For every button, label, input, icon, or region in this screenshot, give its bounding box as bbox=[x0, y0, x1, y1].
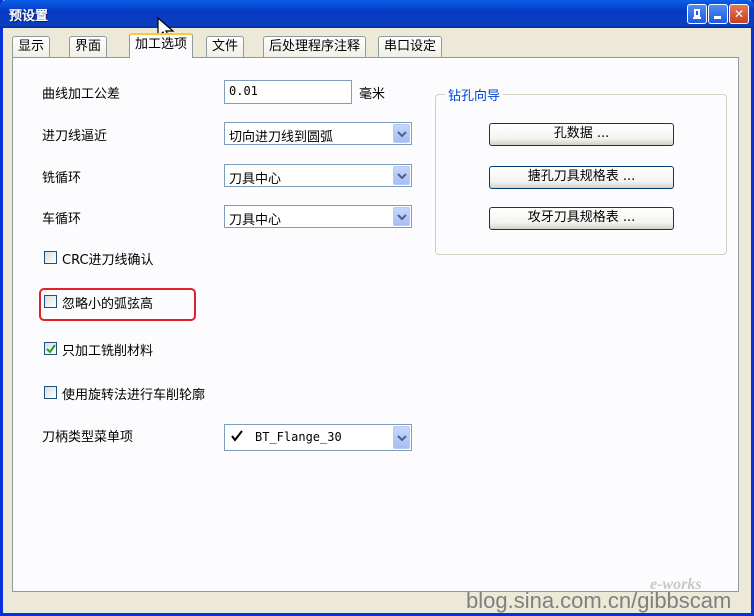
lead-in-label: 进刀线逼近 bbox=[42, 129, 108, 144]
curve-tolerance-label: 曲线加工公差 bbox=[42, 87, 121, 102]
turn-cycle-value: 刀具中心 bbox=[229, 213, 282, 228]
minimize-button[interactable] bbox=[708, 4, 728, 24]
brand-logo: e-works bbox=[650, 576, 702, 593]
holder-type-select[interactable]: BT_Flange_30 bbox=[224, 424, 412, 451]
ignore-small-arcs-label: 忽略小的弧弦高 bbox=[62, 297, 154, 312]
crc-confirm-label: CRC进刀线确认 bbox=[62, 253, 154, 268]
hole-data-button[interactable]: 孔数据 ... bbox=[489, 123, 674, 146]
tapping-tool-table-button[interactable]: 攻牙刀具规格表 ... bbox=[489, 207, 674, 230]
tab-display[interactable]: 显示 bbox=[12, 36, 51, 57]
curve-tolerance-unit: 毫米 bbox=[359, 87, 386, 102]
title-bar[interactable]: 预设置 ✕ bbox=[0, 0, 754, 28]
machining-options-panel: 曲线加工公差 0.01 毫米 进刀线逼近 切向进刀线到圆弧 铣循环 刀具中心 车… bbox=[12, 57, 739, 592]
ignore-small-arcs-checkbox[interactable] bbox=[44, 295, 57, 308]
only-mill-material-label: 只加工铣削材料 bbox=[62, 344, 154, 359]
tab-strip: 显示 界面 加工选项 文件 后处理程序注释 串口设定 bbox=[12, 33, 747, 58]
rotary-turn-profile-checkbox[interactable] bbox=[44, 386, 57, 399]
holder-type-dropdown-button[interactable] bbox=[393, 426, 410, 449]
curve-tolerance-input[interactable]: 0.01 bbox=[224, 80, 352, 104]
help-button[interactable] bbox=[687, 4, 707, 24]
checkmark-icon bbox=[231, 430, 243, 442]
minimize-icon bbox=[714, 16, 721, 19]
preferences-window: 预设置 ✕ 显示 界面 加工选项 文件 后处理程序注释 串口设定 曲线加工公差 … bbox=[0, 0, 754, 616]
chevron-down-icon bbox=[397, 173, 407, 180]
tab-interface[interactable]: 界面 bbox=[69, 36, 108, 57]
rotary-turn-profile-label: 使用旋转法进行车削轮廓 bbox=[62, 388, 206, 403]
holder-type-value: BT_Flange_30 bbox=[255, 430, 342, 444]
turn-cycle-select[interactable]: 刀具中心 bbox=[224, 205, 412, 228]
lead-in-select[interactable]: 切向进刀线到圆弧 bbox=[224, 122, 412, 145]
turn-cycle-dropdown-button[interactable] bbox=[393, 207, 410, 226]
mill-cycle-label: 铣循环 bbox=[42, 171, 82, 186]
window-title: 预设置 bbox=[9, 9, 49, 24]
boring-tool-table-button[interactable]: 搪孔刀具规格表 ... bbox=[489, 166, 674, 189]
holder-type-label: 刀柄类型菜单项 bbox=[42, 430, 134, 445]
chevron-down-icon bbox=[397, 214, 407, 221]
chevron-down-icon bbox=[397, 435, 407, 442]
only-mill-material-checkbox[interactable] bbox=[44, 342, 57, 355]
close-button[interactable]: ✕ bbox=[729, 4, 749, 24]
turn-cycle-label: 车循环 bbox=[42, 212, 82, 227]
mill-cycle-dropdown-button[interactable] bbox=[393, 166, 410, 185]
mill-cycle-value: 刀具中心 bbox=[229, 172, 282, 187]
help-icon bbox=[693, 9, 701, 19]
tab-serial-port[interactable]: 串口设定 bbox=[378, 36, 443, 57]
tab-post-processor-comments[interactable]: 后处理程序注释 bbox=[263, 36, 367, 57]
chevron-down-icon bbox=[397, 131, 407, 138]
crc-confirm-checkbox[interactable] bbox=[44, 251, 57, 264]
lead-in-dropdown-button[interactable] bbox=[393, 124, 410, 143]
mill-cycle-select[interactable]: 刀具中心 bbox=[224, 164, 412, 187]
checkmark-icon bbox=[46, 344, 56, 354]
lead-in-value: 切向进刀线到圆弧 bbox=[229, 130, 334, 145]
tab-file[interactable]: 文件 bbox=[206, 36, 245, 57]
drill-wizard-title: 钻孔向导 bbox=[445, 85, 504, 104]
tab-machining-options[interactable]: 加工选项 bbox=[129, 33, 194, 58]
